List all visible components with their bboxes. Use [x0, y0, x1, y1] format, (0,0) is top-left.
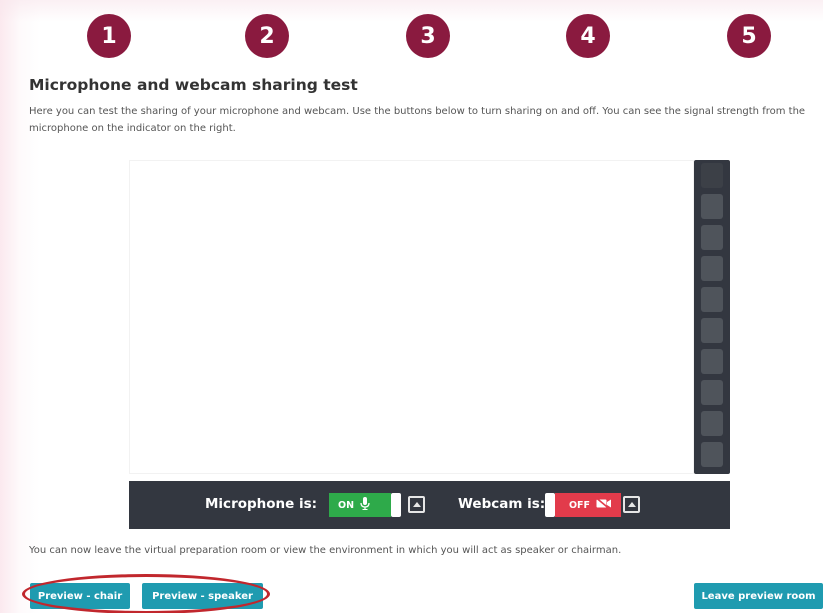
microphone-signal-meter: [694, 160, 730, 474]
meter-cell: [701, 163, 723, 188]
caret-up-icon: [627, 502, 636, 507]
microphone-label: Microphone is:: [205, 496, 318, 512]
step-2[interactable]: 2: [245, 14, 289, 58]
step-indicator: 1 2 3 4 5: [0, 0, 823, 70]
meter-cell: [701, 318, 723, 343]
meter-cell: [701, 225, 723, 250]
meter-cell: [701, 442, 723, 467]
meter-cell: [701, 411, 723, 436]
webcam-options-button[interactable]: [623, 496, 640, 513]
webcam-state: OFF: [568, 499, 590, 511]
microphone-icon: [360, 497, 370, 513]
microphone-toggle-knob: [391, 493, 401, 517]
leave-preview-room-button[interactable]: Leave preview room: [694, 583, 823, 609]
leave-room-note: You can now leave the virtual preparatio…: [29, 545, 622, 556]
preview-chair-button[interactable]: Preview - chair: [30, 583, 130, 609]
microphone-toggle[interactable]: ON: [329, 493, 401, 517]
microphone-options-button[interactable]: [408, 496, 425, 513]
meter-cell: [701, 380, 723, 405]
preview-speaker-button[interactable]: Preview - speaker: [142, 583, 263, 609]
step-4[interactable]: 4: [566, 14, 610, 58]
step-1[interactable]: 1: [87, 14, 131, 58]
microphone-state: ON: [338, 499, 355, 511]
caret-up-icon: [412, 502, 421, 507]
meter-cell: [701, 194, 723, 219]
step-3[interactable]: 3: [406, 14, 450, 58]
page-title: Microphone and webcam sharing test: [29, 76, 358, 94]
meter-cell: [701, 287, 723, 312]
meter-cell: [701, 349, 723, 374]
step-5[interactable]: 5: [727, 14, 771, 58]
camera-off-icon: [596, 497, 612, 512]
media-control-bar: Microphone is: ON Webcam is: OFF: [129, 481, 730, 529]
page-description: Here you can test the sharing of your mi…: [29, 106, 806, 134]
webcam-toggle-knob: [545, 493, 555, 517]
webcam-toggle[interactable]: OFF: [545, 493, 621, 517]
webcam-label: Webcam is:: [458, 496, 546, 512]
meter-cell: [701, 256, 723, 281]
webcam-preview: [129, 160, 694, 474]
